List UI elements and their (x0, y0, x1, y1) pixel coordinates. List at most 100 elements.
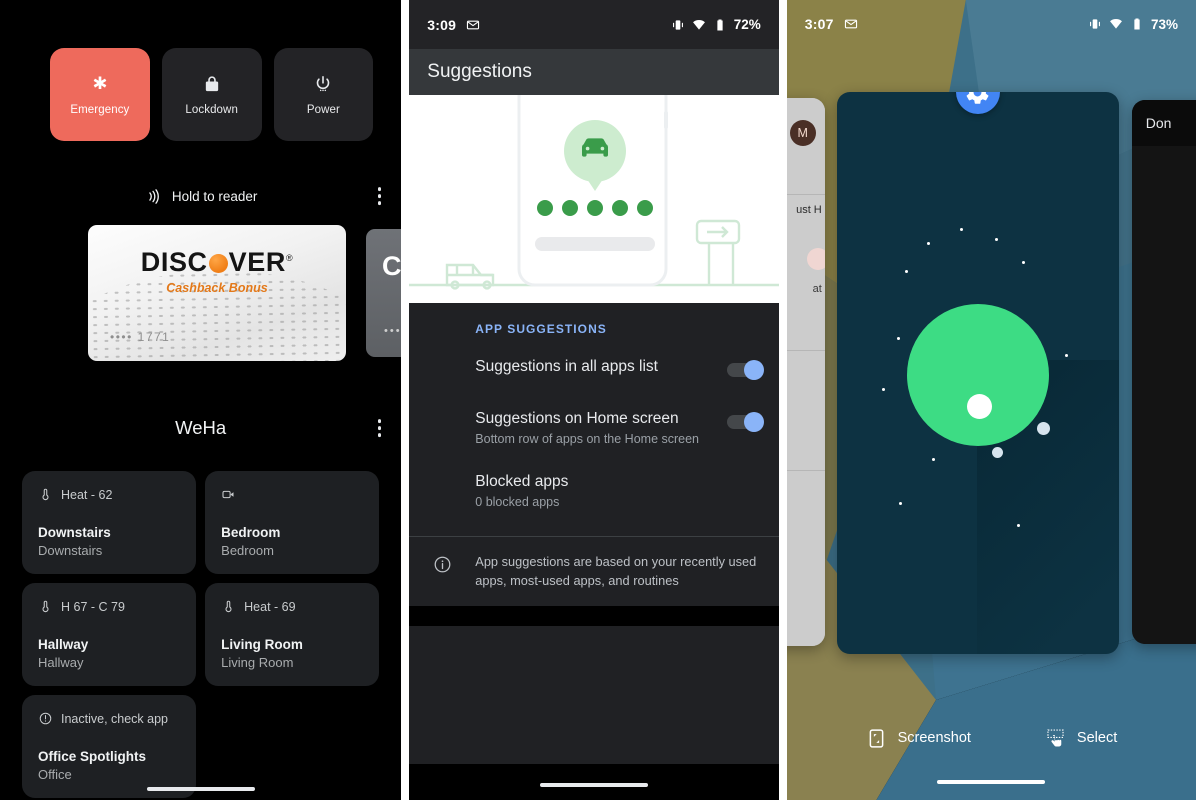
camera-icon (222, 490, 234, 499)
citi-card-digits: •••• (384, 325, 402, 337)
star (881, 388, 885, 391)
error-outline-icon (39, 712, 52, 725)
tile-name: Downstairs (38, 525, 111, 541)
discover-tagline: Cashback Bonus (166, 281, 268, 295)
row-title: Suggestions in all apps list (475, 358, 658, 375)
battery-percent: 72% (733, 17, 761, 32)
tile-status-text: Inactive, check app (61, 711, 169, 726)
driving-suggestion-illustration (409, 95, 779, 303)
recent-card-settings[interactable] (836, 92, 1119, 654)
info-icon (434, 556, 451, 573)
star (1064, 354, 1068, 357)
control-tile-downstairs[interactable]: Heat - 62 Downstairs Downstairs (22, 471, 197, 574)
screenshot-action[interactable]: Screenshot (866, 728, 971, 749)
card-text-fragment-1: Don (1145, 115, 1172, 131)
lockdown-button[interactable]: Lockdown (161, 48, 262, 141)
tile-status: Inactive, check app (38, 711, 180, 726)
home-overflow-menu-icon[interactable] (377, 419, 382, 437)
row-text: Suggestions on Home screen Bottom row of… (475, 409, 727, 448)
vibrate-icon (1090, 19, 1100, 29)
vibrate-icon (672, 19, 683, 30)
row-text: Blocked apps 0 blocked apps (475, 472, 761, 511)
discover-brand-a: DISC (140, 247, 208, 277)
setting-row-suggestions-home-screen[interactable]: Suggestions on Home screen Bottom row of… (409, 397, 779, 460)
control-tile-living-room[interactable]: Heat - 69 Living Room Living Room (205, 583, 380, 686)
citi-card[interactable]: CI •••• (366, 229, 402, 357)
tile-room: Bedroom (221, 542, 274, 558)
power-menu-buttons: Emergency Lockdown Power (0, 0, 401, 141)
select-hand-icon (1047, 729, 1064, 746)
recent-card-right[interactable]: Don (1131, 100, 1197, 644)
setting-row-suggestions-all-apps[interactable]: Suggestions in all apps list (409, 345, 779, 397)
tile-status: Heat - 69 (221, 599, 363, 614)
divider (786, 350, 825, 351)
select-action[interactable]: Select (1045, 728, 1117, 749)
tile-names: Bedroom Bedroom (221, 524, 363, 559)
star (994, 238, 998, 241)
screenshot-label: Screenshot (897, 730, 971, 746)
page-title: Suggestions (427, 61, 532, 82)
footnote-text: App suggestions are based on your recent… (475, 554, 757, 588)
emergency-asterisk-icon (93, 76, 107, 89)
thermostat-icon (42, 600, 49, 613)
envelope-icon (844, 19, 857, 29)
emergency-button[interactable]: Emergency (50, 48, 150, 141)
wallet-overflow-menu-icon[interactable] (377, 187, 382, 205)
status-bar-right: 72% (671, 17, 761, 32)
power-icon (317, 75, 330, 91)
thermostat-icon (225, 600, 232, 613)
control-tile-bedroom[interactable]: Bedroom Bedroom (205, 471, 380, 574)
tile-name: Living Room (221, 637, 303, 653)
moon-small-2 (991, 447, 1003, 458)
row-text: Suggestions in all apps list (475, 357, 727, 377)
row-title: Suggestions on Home screen (475, 410, 679, 427)
tile-names: Living Room Living Room (221, 636, 363, 671)
tile-status-text: Heat - 62 (61, 487, 113, 502)
settings-gear-icon (966, 92, 989, 104)
recents-action-bar: Screenshot Select (787, 718, 1196, 758)
panel-recents-overview: 3:07 73% M ust H at Don Screenshot Selec… (786, 0, 1197, 800)
status-bar: 3:09 72% (409, 0, 779, 49)
discover-brand: DISC VER® (140, 247, 294, 277)
panel-gap-2 (778, 0, 787, 800)
gesture-nav-pill[interactable] (937, 780, 1046, 784)
home-controls-grid: Heat - 62 Downstairs Downstairs Bedroom (0, 445, 401, 798)
lock-icon (205, 75, 218, 91)
gesture-nav-pill[interactable] (146, 787, 255, 791)
gesture-nav-pill[interactable] (540, 783, 649, 787)
setting-row-blocked-apps[interactable]: Blocked apps 0 blocked apps (409, 460, 779, 523)
star (904, 270, 908, 273)
tile-name: Hallway (38, 637, 89, 653)
suggestions-illustration (409, 95, 779, 303)
wallet-nfc-row: Hold to reader (0, 183, 401, 209)
battery-icon (717, 19, 723, 30)
tile-names: Office Spotlights Office (38, 748, 180, 783)
section-header: APP SUGGESTIONS (475, 322, 607, 336)
card-text-fragment-2: at (812, 283, 822, 295)
status-bar-left: 3:07 (805, 16, 858, 32)
screenshot-icon (869, 728, 883, 748)
control-tile-hallway[interactable]: H 67 - C 79 Hallway Hallway (22, 583, 197, 686)
star (1021, 261, 1025, 265)
tile-room: Downstairs (38, 542, 103, 558)
decorative-circle (806, 248, 825, 270)
recent-card-left[interactable]: M ust H at (786, 98, 825, 646)
toggle-suggestions-home-screen[interactable] (726, 411, 764, 432)
tile-status-text: H 67 - C 79 (61, 599, 125, 614)
green-planet (906, 304, 1049, 446)
clock: 3:07 (804, 16, 834, 32)
citi-brand: CI (382, 251, 402, 281)
screenshot-stage: Emergency Lockdown Power Hold to reader … (0, 0, 1200, 800)
control-tile-office-spotlights[interactable]: Inactive, check app Office Spotlights Of… (22, 695, 197, 798)
tile-status: H 67 - C 79 (38, 599, 180, 614)
toggle-suggestions-all-apps[interactable] (726, 359, 764, 380)
tile-name: Bedroom (221, 525, 281, 541)
power-button[interactable]: Power (273, 48, 374, 141)
emergency-label: Emergency (70, 103, 130, 116)
discover-card-digits: •••• 1771 (110, 330, 171, 344)
nfc-label: Hold to reader (171, 188, 258, 204)
panel2-nav-zone (409, 764, 779, 800)
lockdown-label: Lockdown (185, 103, 238, 116)
tile-room: Office (38, 766, 72, 782)
discover-card[interactable]: DISC VER® Cashback Bonus •••• 1771 (88, 225, 346, 361)
